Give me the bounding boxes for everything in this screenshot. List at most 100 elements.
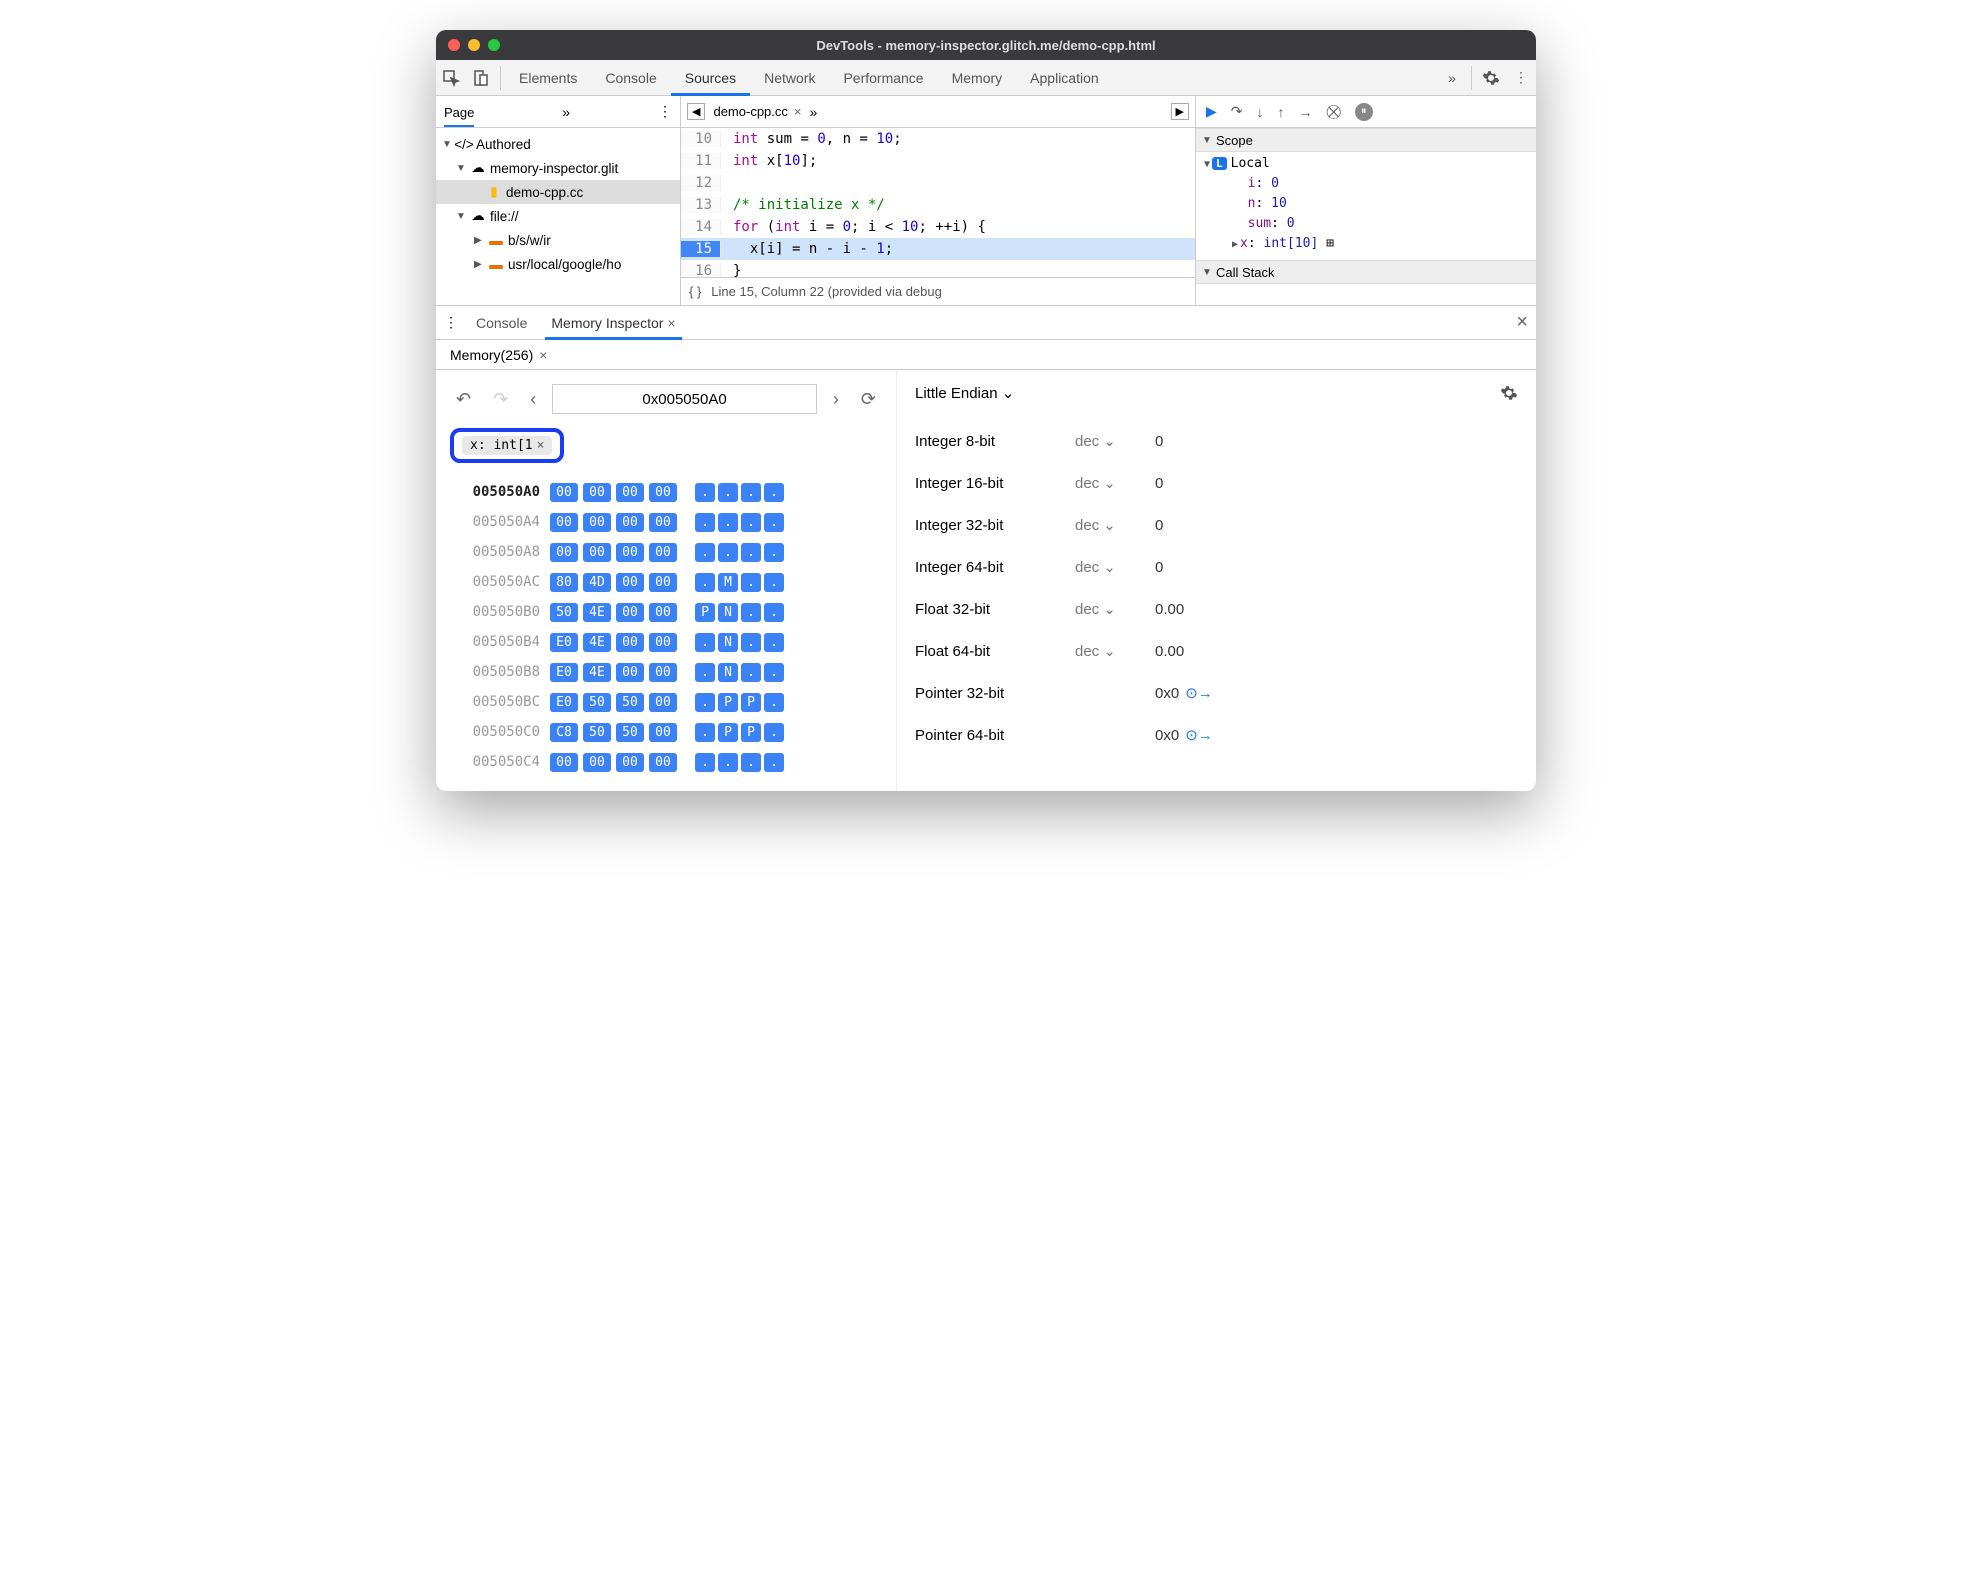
hex-byte[interactable]: 00 xyxy=(649,603,677,622)
scope-variable[interactable]: i: 0 xyxy=(1204,176,1528,196)
ascii-byte[interactable]: . xyxy=(764,693,784,712)
hex-byte[interactable]: 00 xyxy=(583,543,611,562)
line-number[interactable]: 12 xyxy=(681,175,721,191)
ascii-byte[interactable]: . xyxy=(695,663,715,682)
more-tabs-icon[interactable]: » xyxy=(809,104,817,120)
tree-folder2[interactable]: ▶▬usr/local/google/ho xyxy=(436,252,680,276)
ascii-byte[interactable]: . xyxy=(764,513,784,532)
ascii-byte[interactable]: . xyxy=(741,543,761,562)
ascii-byte[interactable]: . xyxy=(695,543,715,562)
ascii-byte[interactable]: . xyxy=(764,573,784,592)
hex-byte[interactable]: 00 xyxy=(649,753,677,772)
hex-byte[interactable]: 00 xyxy=(649,573,677,592)
ascii-byte[interactable]: . xyxy=(764,633,784,652)
ascii-byte[interactable]: N xyxy=(718,663,738,682)
redo-icon[interactable]: ↷ xyxy=(487,389,514,410)
endian-select[interactable]: Little Endian ⌄ xyxy=(915,384,1014,402)
hex-byte[interactable]: 00 xyxy=(583,513,611,532)
hex-byte[interactable]: 00 xyxy=(649,693,677,712)
memory-row[interactable]: 005050B0504E0000PN.. xyxy=(450,597,882,627)
hex-byte[interactable]: 00 xyxy=(616,753,644,772)
panel-tab-performance[interactable]: Performance xyxy=(829,60,937,96)
ascii-byte[interactable]: . xyxy=(764,603,784,622)
ascii-byte[interactable]: . xyxy=(741,513,761,532)
tree-authored[interactable]: ▼</>Authored xyxy=(436,132,680,156)
panel-tab-network[interactable]: Network xyxy=(750,60,829,96)
hex-byte[interactable]: 00 xyxy=(616,543,644,562)
scope-local[interactable]: ▼LLocal xyxy=(1204,156,1528,176)
line-number[interactable]: 11 xyxy=(681,153,721,169)
hex-byte[interactable]: 4E xyxy=(583,663,611,682)
prev-page-icon[interactable]: ‹ xyxy=(524,389,542,410)
step-over-icon[interactable]: ↷ xyxy=(1231,103,1243,120)
ascii-byte[interactable]: . xyxy=(695,633,715,652)
drawer-menu-icon[interactable]: ⋮ xyxy=(444,314,458,331)
line-number[interactable]: 14 xyxy=(681,219,721,235)
hex-byte[interactable]: 00 xyxy=(616,573,644,592)
address-input[interactable] xyxy=(552,384,817,414)
nav-back-icon[interactable]: ◀ xyxy=(687,103,705,120)
hex-byte[interactable]: 50 xyxy=(616,723,644,742)
format-select[interactable]: dec ⌄ xyxy=(1075,474,1155,492)
step-into-icon[interactable]: ↓ xyxy=(1257,104,1264,120)
tree-file-selected[interactable]: ▮demo-cpp.cc xyxy=(436,180,680,204)
close-tab-icon[interactable]: × xyxy=(539,347,547,363)
line-number[interactable]: 16 xyxy=(681,263,721,277)
hex-byte[interactable]: 4E xyxy=(583,633,611,652)
format-select[interactable]: dec ⌄ xyxy=(1075,600,1155,618)
deactivate-breakpoints-icon[interactable]: ⛒ xyxy=(1327,103,1341,120)
console-tab[interactable]: Console xyxy=(470,306,533,340)
ascii-byte[interactable]: . xyxy=(741,573,761,592)
hex-byte[interactable]: E0 xyxy=(550,663,578,682)
memory-row[interactable]: 005050A000000000.... xyxy=(450,477,882,507)
line-number[interactable]: 15 xyxy=(681,241,721,257)
settings-icon[interactable] xyxy=(1476,69,1506,87)
ascii-byte[interactable]: . xyxy=(695,723,715,742)
resume-icon[interactable]: ▶ xyxy=(1206,103,1217,120)
memory-row[interactable]: 005050A800000000.... xyxy=(450,537,882,567)
memory-row[interactable]: 005050C400000000.... xyxy=(450,747,882,777)
ascii-byte[interactable]: N xyxy=(718,603,738,622)
hex-byte[interactable]: 00 xyxy=(649,483,677,502)
value-settings-icon[interactable] xyxy=(1500,384,1518,402)
device-icon[interactable] xyxy=(466,69,496,87)
ascii-byte[interactable]: . xyxy=(764,663,784,682)
hex-byte[interactable]: E0 xyxy=(550,633,578,652)
ascii-byte[interactable]: . xyxy=(718,543,738,562)
ascii-byte[interactable]: . xyxy=(695,693,715,712)
ascii-byte[interactable]: . xyxy=(695,513,715,532)
ascii-byte[interactable]: . xyxy=(764,543,784,562)
kebab-icon[interactable]: ⋮ xyxy=(1506,69,1536,86)
hex-byte[interactable]: 00 xyxy=(616,513,644,532)
reveal-in-memory-icon[interactable]: ⊞ xyxy=(1326,236,1334,251)
hex-byte[interactable]: 00 xyxy=(550,513,578,532)
memory-row[interactable]: 005050B8E04E0000.N.. xyxy=(450,657,882,687)
object-tag[interactable]: x: int[1× xyxy=(462,436,552,455)
sidebar-menu-icon[interactable]: ⋮ xyxy=(658,103,672,120)
ascii-byte[interactable]: N xyxy=(718,633,738,652)
format-select[interactable]: dec ⌄ xyxy=(1075,516,1155,534)
hex-byte[interactable]: 50 xyxy=(616,693,644,712)
tree-file-scheme[interactable]: ▼☁file:// xyxy=(436,204,680,228)
tree-folder1[interactable]: ▶▬b/s/w/ir xyxy=(436,228,680,252)
panel-tab-elements[interactable]: Elements xyxy=(505,60,591,96)
close-tab-icon[interactable]: × xyxy=(794,104,802,119)
hex-byte[interactable]: 00 xyxy=(616,603,644,622)
hex-byte[interactable]: 00 xyxy=(616,663,644,682)
hex-byte[interactable]: 00 xyxy=(616,483,644,502)
line-number[interactable]: 13 xyxy=(681,197,721,213)
memory-buffer-tab[interactable]: Memory(256)× xyxy=(450,347,547,363)
code-line[interactable]: 10int sum = 0, n = 10; xyxy=(681,128,1195,150)
scope-variable[interactable]: n: 10 xyxy=(1204,196,1528,216)
hex-byte[interactable]: 00 xyxy=(550,483,578,502)
ascii-byte[interactable]: P xyxy=(695,603,715,622)
hex-byte[interactable]: C8 xyxy=(550,723,578,742)
undo-icon[interactable]: ↶ xyxy=(450,389,477,410)
file-tab[interactable]: demo-cpp.cc× xyxy=(713,104,801,119)
code-area[interactable]: 10int sum = 0, n = 10;11int x[10];1213/*… xyxy=(681,128,1195,277)
format-select[interactable]: dec ⌄ xyxy=(1075,432,1155,450)
step-icon[interactable]: → xyxy=(1299,104,1313,120)
hex-byte[interactable]: 00 xyxy=(583,483,611,502)
next-page-icon[interactable]: › xyxy=(827,389,845,410)
hex-byte[interactable]: 50 xyxy=(583,693,611,712)
